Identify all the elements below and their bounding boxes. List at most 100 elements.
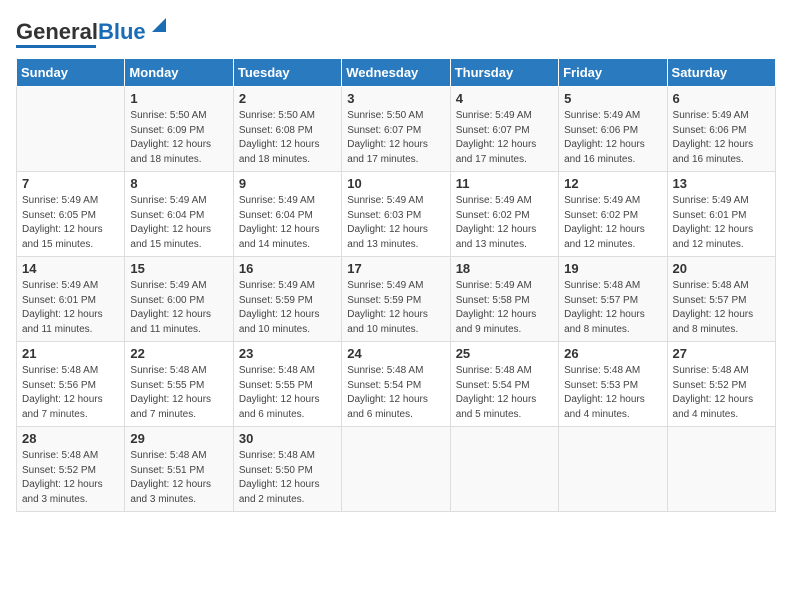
day-header-thursday: Thursday [450,59,558,87]
day-number: 3 [347,91,444,106]
calendar-cell [559,427,667,512]
calendar-cell: 3 Sunrise: 5:50 AM Sunset: 6:07 PM Daylig… [342,87,450,172]
calendar-header-row: SundayMondayTuesdayWednesdayThursdayFrid… [17,59,776,87]
calendar-table: SundayMondayTuesdayWednesdayThursdayFrid… [16,58,776,512]
day-info: Sunrise: 5:48 AM Sunset: 5:55 PM Dayligh… [239,364,336,422]
day-number: 13 [673,176,770,191]
day-number: 23 [239,346,336,361]
calendar-cell: 18 Sunrise: 5:49 AM Sunset: 5:58 PM Dayli… [450,257,558,342]
day-number: 30 [239,431,336,446]
calendar-cell: 1Sunrise: 5:50 AM Sunset: 6:09 PM Daylig… [125,87,233,172]
day-info: Sunrise: 5:49 AM Sunset: 6:06 PM Dayligh… [673,109,770,167]
calendar-cell: 22 Sunrise: 5:48 AM Sunset: 5:55 PM Dayli… [125,342,233,427]
day-number: 16 [239,261,336,276]
calendar-body: 1Sunrise: 5:50 AM Sunset: 6:09 PM Daylig… [17,87,776,512]
day-info: Sunrise: 5:48 AM Sunset: 5:56 PM Dayligh… [22,364,119,422]
calendar-cell [342,427,450,512]
calendar-cell: 28 Sunrise: 5:48 AM Sunset: 5:52 PM Dayli… [17,427,125,512]
day-info: Sunrise: 5:49 AM Sunset: 6:01 PM Dayligh… [22,279,119,337]
calendar-cell: 7 Sunrise: 5:49 AM Sunset: 6:05 PM Daylig… [17,172,125,257]
day-header-friday: Friday [559,59,667,87]
day-number: 20 [673,261,770,276]
calendar-cell: 19 Sunrise: 5:48 AM Sunset: 5:57 PM Dayli… [559,257,667,342]
day-header-tuesday: Tuesday [233,59,341,87]
calendar-cell: 13 Sunrise: 5:49 AM Sunset: 6:01 PM Dayli… [667,172,775,257]
week-row-4: 28 Sunrise: 5:48 AM Sunset: 5:52 PM Dayli… [17,427,776,512]
day-number: 26 [564,346,661,361]
calendar-cell: 6 Sunrise: 5:49 AM Sunset: 6:06 PM Daylig… [667,87,775,172]
day-number: 24 [347,346,444,361]
logo-text: GeneralBlue [16,21,146,43]
calendar-cell: 15 Sunrise: 5:49 AM Sunset: 6:00 PM Dayli… [125,257,233,342]
week-row-1: 7 Sunrise: 5:49 AM Sunset: 6:05 PM Daylig… [17,172,776,257]
calendar-cell: 12Sunrise: 5:49 AM Sunset: 6:02 PM Dayli… [559,172,667,257]
day-info: Sunrise: 5:49 AM Sunset: 6:04 PM Dayligh… [130,194,227,252]
day-number: 10 [347,176,444,191]
day-info: Sunrise: 5:48 AM Sunset: 5:57 PM Dayligh… [564,279,661,337]
calendar-cell: 25Sunrise: 5:48 AM Sunset: 5:54 PM Dayli… [450,342,558,427]
day-number: 21 [22,346,119,361]
calendar-cell: 24 Sunrise: 5:48 AM Sunset: 5:54 PM Dayli… [342,342,450,427]
logo-underline [16,45,96,48]
day-info: Sunrise: 5:49 AM Sunset: 6:01 PM Dayligh… [673,194,770,252]
calendar-cell: 26 Sunrise: 5:48 AM Sunset: 5:53 PM Dayli… [559,342,667,427]
logo: GeneralBlue [16,16,168,48]
calendar-cell [667,427,775,512]
calendar-cell: 23 Sunrise: 5:48 AM Sunset: 5:55 PM Dayli… [233,342,341,427]
day-info: Sunrise: 5:50 AM Sunset: 6:07 PM Dayligh… [347,109,444,167]
day-number: 28 [22,431,119,446]
day-number: 27 [673,346,770,361]
day-number: 11 [456,176,553,191]
day-header-saturday: Saturday [667,59,775,87]
day-info: Sunrise: 5:48 AM Sunset: 5:55 PM Dayligh… [130,364,227,422]
calendar-cell: 9Sunrise: 5:49 AM Sunset: 6:04 PM Daylig… [233,172,341,257]
day-number: 14 [22,261,119,276]
day-header-monday: Monday [125,59,233,87]
day-info: Sunrise: 5:48 AM Sunset: 5:54 PM Dayligh… [456,364,553,422]
calendar-cell: 27 Sunrise: 5:48 AM Sunset: 5:52 PM Dayli… [667,342,775,427]
calendar-cell: 17 Sunrise: 5:49 AM Sunset: 5:59 PM Dayli… [342,257,450,342]
day-info: Sunrise: 5:48 AM Sunset: 5:52 PM Dayligh… [673,364,770,422]
day-header-wednesday: Wednesday [342,59,450,87]
day-info: Sunrise: 5:49 AM Sunset: 5:59 PM Dayligh… [239,279,336,337]
day-number: 8 [130,176,227,191]
calendar-cell: 14 Sunrise: 5:49 AM Sunset: 6:01 PM Dayli… [17,257,125,342]
day-number: 15 [130,261,227,276]
day-info: Sunrise: 5:48 AM Sunset: 5:50 PM Dayligh… [239,449,336,507]
day-info: Sunrise: 5:48 AM Sunset: 5:52 PM Dayligh… [22,449,119,507]
day-info: Sunrise: 5:49 AM Sunset: 6:03 PM Dayligh… [347,194,444,252]
day-info: Sunrise: 5:49 AM Sunset: 6:06 PM Dayligh… [564,109,661,167]
calendar-cell: 10 Sunrise: 5:49 AM Sunset: 6:03 PM Dayli… [342,172,450,257]
day-info: Sunrise: 5:49 AM Sunset: 6:00 PM Dayligh… [130,279,227,337]
day-number: 18 [456,261,553,276]
day-number: 1 [130,91,227,106]
calendar-cell: 11Sunrise: 5:49 AM Sunset: 6:02 PM Dayli… [450,172,558,257]
calendar-cell: 30 Sunrise: 5:48 AM Sunset: 5:50 PM Dayli… [233,427,341,512]
day-info: Sunrise: 5:48 AM Sunset: 5:54 PM Dayligh… [347,364,444,422]
calendar-cell: 2Sunrise: 5:50 AM Sunset: 6:08 PM Daylig… [233,87,341,172]
day-number: 29 [130,431,227,446]
day-info: Sunrise: 5:49 AM Sunset: 6:04 PM Dayligh… [239,194,336,252]
calendar-cell: 4 Sunrise: 5:49 AM Sunset: 6:07 PM Daylig… [450,87,558,172]
day-info: Sunrise: 5:48 AM Sunset: 5:53 PM Dayligh… [564,364,661,422]
calendar-cell: 20Sunrise: 5:48 AM Sunset: 5:57 PM Dayli… [667,257,775,342]
day-number: 6 [673,91,770,106]
day-info: Sunrise: 5:50 AM Sunset: 6:08 PM Dayligh… [239,109,336,167]
day-number: 22 [130,346,227,361]
day-number: 4 [456,91,553,106]
day-info: Sunrise: 5:49 AM Sunset: 6:02 PM Dayligh… [564,194,661,252]
day-info: Sunrise: 5:48 AM Sunset: 5:51 PM Dayligh… [130,449,227,507]
day-info: Sunrise: 5:49 AM Sunset: 5:59 PM Dayligh… [347,279,444,337]
calendar-cell: 8 Sunrise: 5:49 AM Sunset: 6:04 PM Daylig… [125,172,233,257]
day-number: 19 [564,261,661,276]
day-info: Sunrise: 5:49 AM Sunset: 5:58 PM Dayligh… [456,279,553,337]
day-info: Sunrise: 5:49 AM Sunset: 6:05 PM Dayligh… [22,194,119,252]
day-info: Sunrise: 5:49 AM Sunset: 6:07 PM Dayligh… [456,109,553,167]
day-number: 17 [347,261,444,276]
header: GeneralBlue [16,16,776,48]
calendar-cell: 29 Sunrise: 5:48 AM Sunset: 5:51 PM Dayli… [125,427,233,512]
week-row-2: 14 Sunrise: 5:49 AM Sunset: 6:01 PM Dayli… [17,257,776,342]
day-number: 7 [22,176,119,191]
calendar-cell [17,87,125,172]
calendar-cell: 16 Sunrise: 5:49 AM Sunset: 5:59 PM Dayli… [233,257,341,342]
